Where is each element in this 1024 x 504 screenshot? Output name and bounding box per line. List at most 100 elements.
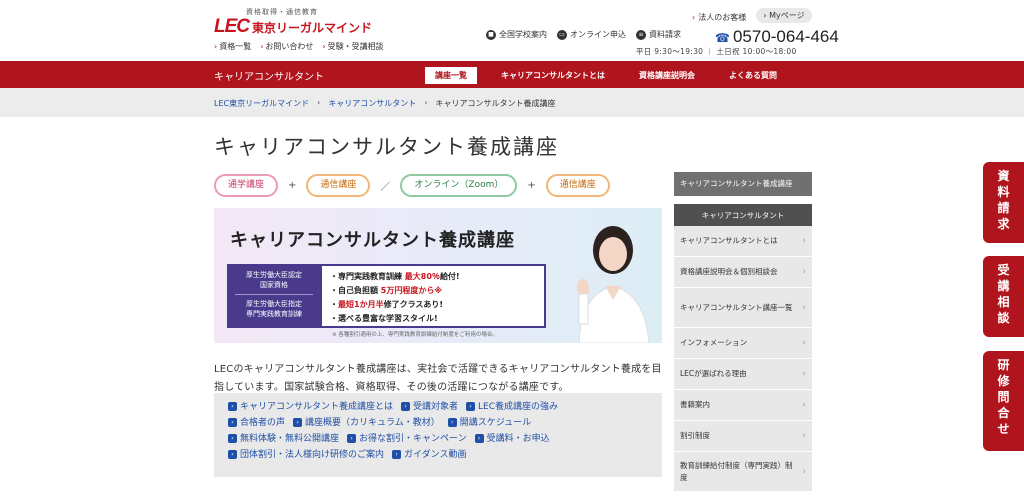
anchor-link[interactable]: › LEC養成講座の強み bbox=[466, 399, 558, 415]
float-consult-button[interactable]: 受講相談 bbox=[983, 256, 1024, 337]
arrow-right-icon: › bbox=[466, 402, 476, 411]
page-title: キャリアコンサルタント養成講座 bbox=[214, 135, 559, 159]
point-2: ・自己負担額 5万円程度から※ bbox=[330, 286, 443, 295]
sidebar-item-books[interactable]: 書籍案内 › bbox=[674, 390, 812, 421]
online-apply-link[interactable]: ▭ オンライン申込 bbox=[557, 29, 626, 40]
arrow-right-icon: › bbox=[447, 418, 457, 427]
plus-symbol: + bbox=[527, 180, 536, 191]
anchor-link[interactable]: › 受講対象者 bbox=[401, 399, 458, 415]
breadcrumb: LEC東京リーガルマインド › キャリアコンサルタント › キャリアコンサルタン… bbox=[214, 98, 556, 109]
document-icon: ≡ bbox=[636, 29, 646, 40]
anchor-link[interactable]: › ガイダンス動画 bbox=[392, 447, 466, 463]
chevron-right-icon: › bbox=[802, 400, 806, 410]
nav-faq[interactable]: よくある質問 bbox=[719, 67, 787, 84]
cert-line-3: 厚生労働大臣指定 bbox=[246, 300, 302, 308]
float-label: 資料請求 bbox=[997, 169, 1010, 231]
anchor-link[interactable]: › キャリアコンサルタント養成講座とは bbox=[228, 399, 393, 415]
freedial-icon: ☎ bbox=[715, 31, 730, 45]
arrow-right-icon: › bbox=[401, 402, 411, 411]
point-3: ・最短1か月半修了クラスあり! bbox=[330, 300, 444, 309]
float-label: 受講相談 bbox=[997, 263, 1010, 325]
chevron-right-icon: › bbox=[802, 431, 806, 441]
chevron-right-icon: › bbox=[802, 302, 806, 313]
pill-correspondence: 通信講座 bbox=[306, 174, 371, 197]
brochure-link[interactable]: ≡ 資料請求 bbox=[636, 29, 681, 40]
arrow-right-icon: › bbox=[228, 450, 237, 459]
school-guide-link[interactable]: ■ 全国学校案内 bbox=[486, 29, 547, 40]
school-icon: ■ bbox=[486, 29, 496, 40]
chevron-right-icon: › bbox=[802, 267, 806, 277]
business-hours: 平日 9:30～19:30 ｜ 土日祝 10:00～18:00 bbox=[636, 47, 797, 56]
sidebar-head-category[interactable]: キャリアコンサルタント bbox=[674, 204, 812, 226]
anchor-row-3: › 無料体験・無料公開講座 › お得な割引・キャンペーン › 受講料・お申込 bbox=[228, 431, 648, 447]
cert-divider bbox=[235, 294, 313, 295]
slash-symbol: ／ bbox=[380, 182, 391, 193]
breadcrumb-separator: › bbox=[317, 98, 321, 107]
mypage-button[interactable]: › Myページ bbox=[756, 8, 812, 23]
top-header: 資格取得・通信教育 LEC 東京リーガルマインド › 資格一覧 › お問い合わせ ›… bbox=[0, 0, 1024, 62]
utility-links: ■ 全国学校案内 ▭ オンライン申込 ≡ 資料請求 bbox=[486, 29, 681, 40]
float-brochure-button[interactable]: 資料請求 bbox=[983, 162, 1024, 243]
phone-number: ☎ 0570-064-464 bbox=[715, 27, 839, 46]
anchor-link[interactable]: › 合格者の声 bbox=[228, 415, 285, 431]
sidebar-item-course-list[interactable]: キャリアコンサルタント講座一覧 › bbox=[674, 288, 812, 328]
sidebar-menu: キャリアコンサルタント養成講座 キャリアコンサルタント キャリアコンサルタントと… bbox=[674, 172, 812, 492]
sidebar-item-discounts[interactable]: 割引制度 › bbox=[674, 421, 812, 452]
breadcrumb-separator: › bbox=[424, 98, 428, 107]
lec-logo[interactable]: LEC 東京リーガルマインド bbox=[214, 16, 372, 38]
category-title[interactable]: キャリアコンサルタント bbox=[214, 68, 324, 83]
breadcrumb-category[interactable]: キャリアコンサルタント bbox=[328, 98, 416, 109]
link-shikaku-list[interactable]: › 資格一覧 bbox=[214, 41, 251, 52]
anchor-link[interactable]: › 講座概要（カリキュラム・教材） bbox=[293, 415, 440, 431]
header-links: › 資格一覧 › お問い合わせ › 受験・受講相談 bbox=[214, 41, 384, 52]
pill-online-zoom: オンライン（Zoom） bbox=[400, 174, 518, 197]
logo-mark: LEC bbox=[214, 16, 250, 37]
category-nav: 講座一覧 キャリアコンサルタントとは 資格講座説明会 よくある質問 bbox=[425, 67, 801, 84]
link-consult[interactable]: › 受験・受講相談 bbox=[322, 41, 383, 52]
sidebar-item-about[interactable]: キャリアコンサルタントとは › bbox=[674, 226, 812, 257]
cert-line-1: 厚生労働大臣認定 bbox=[246, 271, 302, 279]
certification-box: 厚生労働大臣認定 国家資格 厚生労働大臣指定 専門実践教育訓練 bbox=[227, 264, 321, 328]
monitor-icon: ▭ bbox=[557, 29, 567, 40]
nav-course-list[interactable]: 講座一覧 bbox=[425, 67, 477, 84]
anchor-link[interactable]: › 無料体験・無料公開講座 bbox=[228, 431, 339, 447]
nav-seminar[interactable]: 資格講座説明会 bbox=[629, 67, 705, 84]
logo-name: 東京リーガルマインド bbox=[252, 20, 373, 35]
arrow-right-icon: › bbox=[228, 434, 237, 443]
arrow-right-icon: › bbox=[474, 434, 484, 443]
chevron-right-icon: › bbox=[214, 42, 218, 51]
cert-line-4: 専門実践教育訓練 bbox=[246, 310, 302, 318]
anchor-link[interactable]: › お得な割引・キャンペーン bbox=[347, 431, 467, 447]
course-format-pills: 通学講座 + 通信講座 ／ オンライン（Zoom） + 通信講座 bbox=[214, 174, 610, 197]
page: 資格取得・通信教育 LEC 東京リーガルマインド › 資格一覧 › お問い合わせ ›… bbox=[0, 0, 1024, 504]
anchor-link[interactable]: › 団体割引・法人様向け研修のご案内 bbox=[228, 447, 384, 463]
sidebar-item-seminar[interactable]: 資格講座説明会＆個別相談会 › bbox=[674, 257, 812, 288]
breadcrumb-current: キャリアコンサルタント養成講座 bbox=[435, 99, 556, 108]
breadcrumb-home[interactable]: LEC東京リーガルマインド bbox=[214, 98, 309, 109]
chevron-right-icon: › bbox=[260, 42, 264, 51]
link-contact[interactable]: › お問い合わせ bbox=[260, 41, 313, 52]
anchor-link[interactable]: › 開講スケジュール bbox=[447, 415, 531, 431]
sidebar-item-benefit[interactable]: 教育訓練給付制度（専門実践）制度 › bbox=[674, 452, 812, 492]
nav-about[interactable]: キャリアコンサルタントとは bbox=[491, 67, 615, 84]
anchor-row-4: › 団体割引・法人様向け研修のご案内 › ガイダンス動画 bbox=[228, 447, 648, 463]
sidebar-item-information[interactable]: インフォメーション › bbox=[674, 328, 812, 359]
chevron-right-icon: › bbox=[802, 338, 806, 348]
point-1: ・専門実践教育訓練 最大80％給付! bbox=[330, 272, 460, 281]
category-nav-bar: キャリアコンサルタント 講座一覧 キャリアコンサルタントとは 資格講座説明会 よ… bbox=[0, 61, 1024, 88]
banner-title: キャリアコンサルタント養成講座 bbox=[230, 230, 515, 251]
anchor-row-2: › 合格者の声 › 講座概要（カリキュラム・教材） › 開講スケジュール bbox=[228, 415, 648, 431]
chevron-right-icon: › bbox=[802, 466, 806, 477]
plus-symbol: + bbox=[288, 180, 297, 191]
anchor-link[interactable]: › 受講料・お申込 bbox=[474, 431, 550, 447]
pill-correspondence-2: 通信講座 bbox=[545, 174, 610, 197]
anchor-link-box: › キャリアコンサルタント養成講座とは › 受講対象者 › LEC養成講座の強み › 合… bbox=[214, 393, 662, 477]
banner-footnote: ※ 各種割引適用の上、専門実践教育訓練給付制度をご利用の場合。 bbox=[332, 332, 498, 338]
breadcrumb-bar: LEC東京リーガルマインド › キャリアコンサルタント › キャリアコンサルタン… bbox=[0, 88, 1024, 117]
corporate-link[interactable]: › 法人のお客様 bbox=[692, 12, 746, 23]
float-training-inquiry-button[interactable]: 研修問合せ bbox=[983, 351, 1024, 451]
arrow-right-icon: › bbox=[392, 450, 402, 459]
sidebar-head-course[interactable]: キャリアコンサルタント養成講座 bbox=[674, 172, 812, 196]
sidebar-item-reasons[interactable]: LECが選ばれる理由 › bbox=[674, 359, 812, 390]
instructor-photo bbox=[577, 226, 650, 343]
